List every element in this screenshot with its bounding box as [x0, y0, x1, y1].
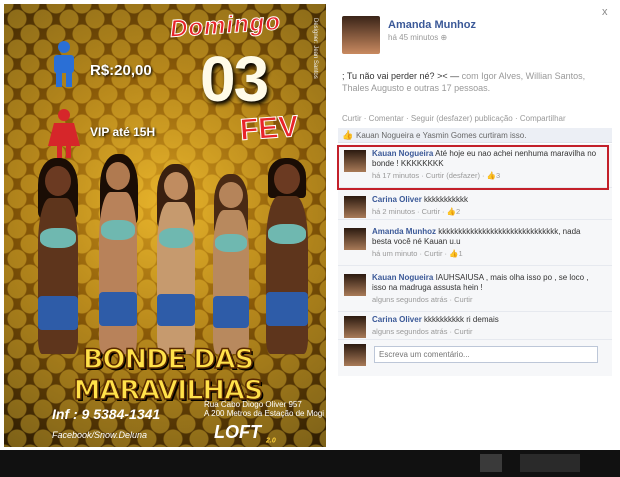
- logo-text: LOFT: [214, 422, 261, 442]
- likes-bar: 👍 Kauan Nogueira e Yasmin Gomes curtiram…: [338, 128, 612, 143]
- comment-meta-text[interactable]: há 2 minutos · Curtir ·: [372, 207, 445, 216]
- avatar[interactable]: [344, 196, 366, 218]
- facebook-info: Facebook/Snow.Deluna: [52, 430, 148, 440]
- venue-logo: LOFT 2.0: [214, 422, 276, 445]
- comment-meta: há um minuto · Curtir · 👍1: [372, 249, 602, 259]
- dancer: [148, 164, 204, 354]
- avatar[interactable]: [344, 274, 366, 296]
- thumbnail: [480, 454, 502, 472]
- avatar[interactable]: [344, 316, 366, 338]
- dancer: [28, 158, 86, 354]
- avatar[interactable]: [344, 228, 366, 250]
- logo-version: 2.0: [266, 437, 276, 445]
- post-actions[interactable]: Curtir · Comentar · Seguir (desfazer) pu…: [342, 114, 566, 123]
- comment-body: Carina Oliver kkkkkkkkkk ri demais algun…: [372, 315, 602, 337]
- comment-item: Carina Oliver kkkkkkkkkk ri demais algun…: [338, 310, 612, 340]
- comment-body: Carina Oliver kkkkkkkkkkk há 2 minutos ·…: [372, 195, 602, 217]
- likes-text[interactable]: Kauan Nogueira e Yasmin Gomes curtiram i…: [356, 131, 526, 140]
- comment-text: kkkkkkkkkkk: [424, 195, 469, 204]
- price-label: R$:20,00: [90, 62, 152, 79]
- post-author[interactable]: Amanda Munhoz: [388, 19, 476, 31]
- comment-meta[interactable]: alguns segundos atrás · Curtir: [372, 295, 602, 305]
- comment-item: Carina Oliver kkkkkkkkkkk há 2 minutos ·…: [338, 190, 612, 220]
- venue-address: Rua Cabo Diogo Oliver 957 A 200 Metros d…: [204, 400, 324, 418]
- comment-item: Amanda Munhoz kkkkkkkkkkkkkkkkkkkkkkkkkk…: [338, 222, 612, 266]
- designer-credit: Designer: Jean Santos: [312, 18, 318, 79]
- day-number: 03: [200, 43, 269, 115]
- like-icon: 👍: [446, 207, 456, 216]
- like-icon: 👍: [342, 130, 354, 140]
- comment-body: Amanda Munhoz kkkkkkkkkkkkkkkkkkkkkkkkkk…: [372, 227, 602, 259]
- vip-label: VIP até 15H: [90, 125, 156, 139]
- highlight-box: [337, 145, 609, 190]
- comment-author[interactable]: Amanda Munhoz: [372, 227, 436, 236]
- bottom-strip: [0, 450, 620, 477]
- male-figure-icon: [54, 41, 74, 87]
- avatar[interactable]: [342, 16, 380, 54]
- comment-author[interactable]: Kauan Nogueira: [372, 273, 433, 282]
- photo-viewer: R$:20,00 VIP até 15H Domingo 03 FEV Desi…: [0, 0, 620, 450]
- comment-meta-text[interactable]: há um minuto · Curtir ·: [372, 249, 447, 258]
- comment-input[interactable]: [374, 346, 598, 363]
- dancer: [90, 154, 146, 354]
- address-line: Rua Cabo Diogo Oliver 957: [204, 400, 302, 409]
- like-count[interactable]: 2: [456, 207, 460, 216]
- thumbnail: [520, 454, 580, 472]
- post-text: ; Tu não vai perder né? >< — com Igor Al…: [342, 70, 610, 94]
- event-title: BONDE DAS MARAVILHAS: [73, 343, 264, 407]
- post-time-text[interactable]: há 45 minutos: [388, 33, 438, 42]
- event-poster: R$:20,00 VIP até 15H Domingo 03 FEV Desi…: [4, 4, 326, 447]
- dancer: [206, 174, 256, 354]
- comment-author[interactable]: Carina Oliver: [372, 195, 422, 204]
- comment-meta: há 2 minutos · Curtir · 👍2: [372, 207, 602, 217]
- comment-body: Kauan Nogueira IAUHSAIUSA , mais olha is…: [372, 273, 602, 305]
- comment-text: kkkkkkkkkk ri demais: [424, 315, 499, 324]
- dancers-image: [24, 154, 324, 354]
- post-message: ; Tu não vai perder né? >< —: [342, 71, 460, 81]
- like-count[interactable]: 1: [458, 249, 462, 258]
- address-line: A 200 Metros da Estação de Mogi: [204, 409, 325, 418]
- dancer: [256, 158, 318, 354]
- comment-composer: [338, 340, 612, 372]
- comment-meta[interactable]: alguns segundos atrás · Curtir: [372, 327, 602, 337]
- globe-icon: ⊕: [440, 33, 448, 42]
- comment-author[interactable]: Carina Oliver: [372, 315, 422, 324]
- close-icon[interactable]: x: [602, 6, 608, 18]
- female-figure-icon: [48, 109, 80, 158]
- comment-item: Kauan Nogueira IAUHSAIUSA , mais olha is…: [338, 268, 612, 312]
- post-time[interactable]: há 45 minutos ⊕: [388, 33, 447, 42]
- month-label: FEV: [238, 110, 300, 148]
- post-panel: x Amanda Munhoz há 45 minutos ⊕ ; Tu não…: [330, 0, 620, 450]
- avatar: [344, 344, 366, 366]
- phone-info: Inf : 9 5384-1341: [52, 406, 161, 422]
